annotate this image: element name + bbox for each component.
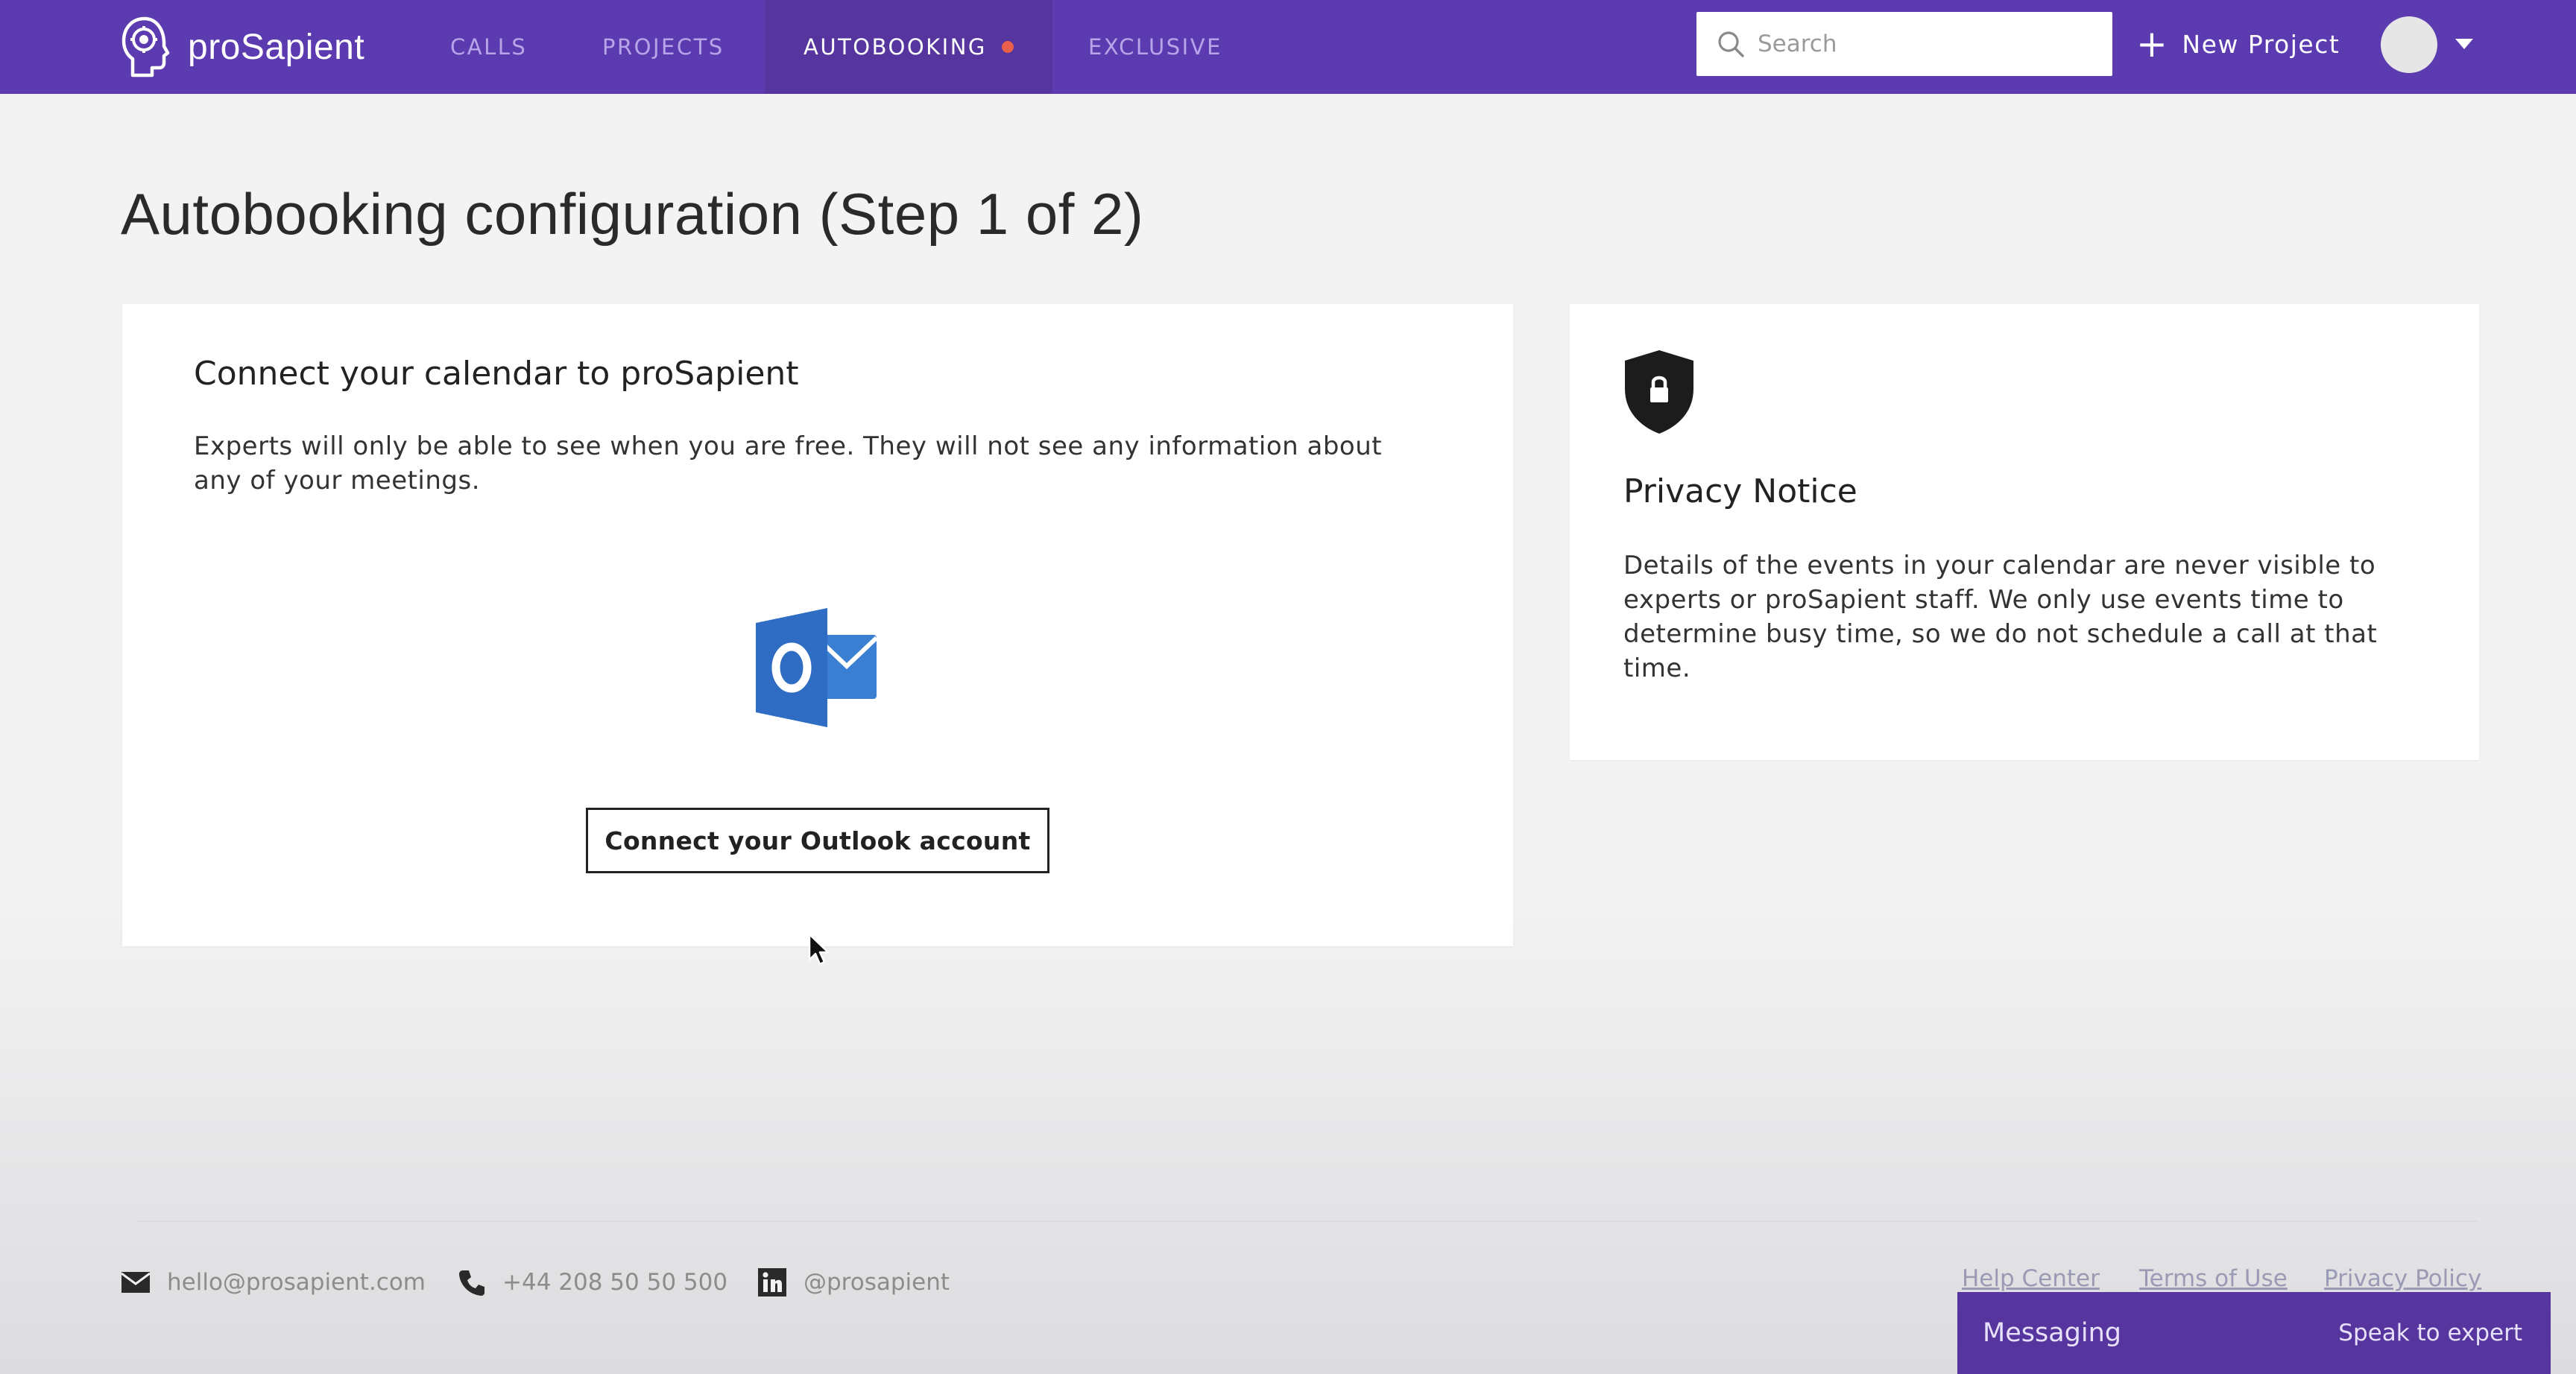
outlook-icon	[756, 608, 879, 727]
nav-item-label: EXCLUSIVE	[1088, 34, 1222, 60]
footer-phone[interactable]: +44 208 50 50 500	[458, 1264, 727, 1301]
footer-phone-text: +44 208 50 50 500	[502, 1269, 728, 1296]
email-icon	[121, 1272, 151, 1293]
footer-email-text: hello@prosapient.com	[167, 1269, 426, 1296]
brand-name: proSapient	[188, 27, 365, 67]
avatar[interactable]	[2381, 16, 2437, 73]
search-input[interactable]	[1756, 30, 2109, 58]
search-icon	[1718, 31, 1744, 57]
phone-icon	[459, 1270, 484, 1296]
calendar-card-title: Connect your calendar to proSapient	[194, 355, 799, 393]
messaging-widget[interactable]: Messaging Speak to expert	[1957, 1292, 2551, 1374]
shield-lock-icon	[1625, 350, 1693, 434]
nav-item-calls[interactable]: CALLS	[432, 0, 545, 94]
footer-link-privacy[interactable]: Privacy Policy	[2324, 1265, 2481, 1292]
page-title: Autobooking configuration (Step 1 of 2)	[121, 181, 1144, 247]
privacy-card-body: Details of the events in your calendar a…	[1623, 551, 2378, 683]
messaging-label: Messaging	[1983, 1318, 2121, 1348]
linkedin-icon	[758, 1268, 786, 1297]
chevron-down-icon[interactable]	[2455, 39, 2473, 49]
footer-divider	[137, 1221, 2479, 1222]
new-project-label: New Project	[2182, 29, 2340, 59]
calendar-connect-card: Connect your calendar to proSapient Expe…	[122, 304, 1513, 946]
calendar-card-description: Experts will only be able to see when yo…	[194, 431, 1383, 496]
footer-linkedin[interactable]: @prosapient	[757, 1264, 950, 1301]
notification-dot	[1001, 41, 1014, 53]
privacy-notice-card: Privacy Notice Details of the events in …	[1570, 304, 2479, 760]
connect-outlook-button[interactable]: Connect your Outlook account	[586, 808, 1049, 873]
privacy-card-title: Privacy Notice	[1623, 472, 1857, 510]
footer-link-help-center[interactable]: Help Center	[1962, 1265, 2100, 1292]
nav-item-label: AUTOBOOKING	[804, 34, 987, 60]
nav-item-projects[interactable]: PROJECTS	[584, 0, 742, 94]
brain-head-icon	[121, 16, 170, 77]
brand-logo[interactable]: proSapient	[119, 10, 364, 83]
nav-item-label: CALLS	[450, 34, 528, 60]
nav-item-exclusive[interactable]: EXCLUSIVE	[1070, 0, 1240, 94]
plus-icon: +	[2136, 22, 2169, 66]
mouse-cursor-icon	[808, 933, 830, 966]
speak-to-expert-button[interactable]: Speak to expert	[2338, 1320, 2522, 1346]
nav-item-label: PROJECTS	[602, 34, 724, 60]
footer-email[interactable]: hello@prosapient.com	[121, 1264, 426, 1301]
top-navbar: proSapient CALLS PROJECTS AUTOBOOKING EX…	[0, 0, 2576, 94]
footer-linkedin-text: @prosapient	[804, 1269, 950, 1296]
footer-link-terms[interactable]: Terms of Use	[2139, 1265, 2288, 1292]
nav-item-autobooking[interactable]: AUTOBOOKING	[765, 0, 1052, 94]
new-project-button[interactable]: + New Project	[2136, 15, 2340, 73]
search-box[interactable]	[1696, 12, 2112, 76]
